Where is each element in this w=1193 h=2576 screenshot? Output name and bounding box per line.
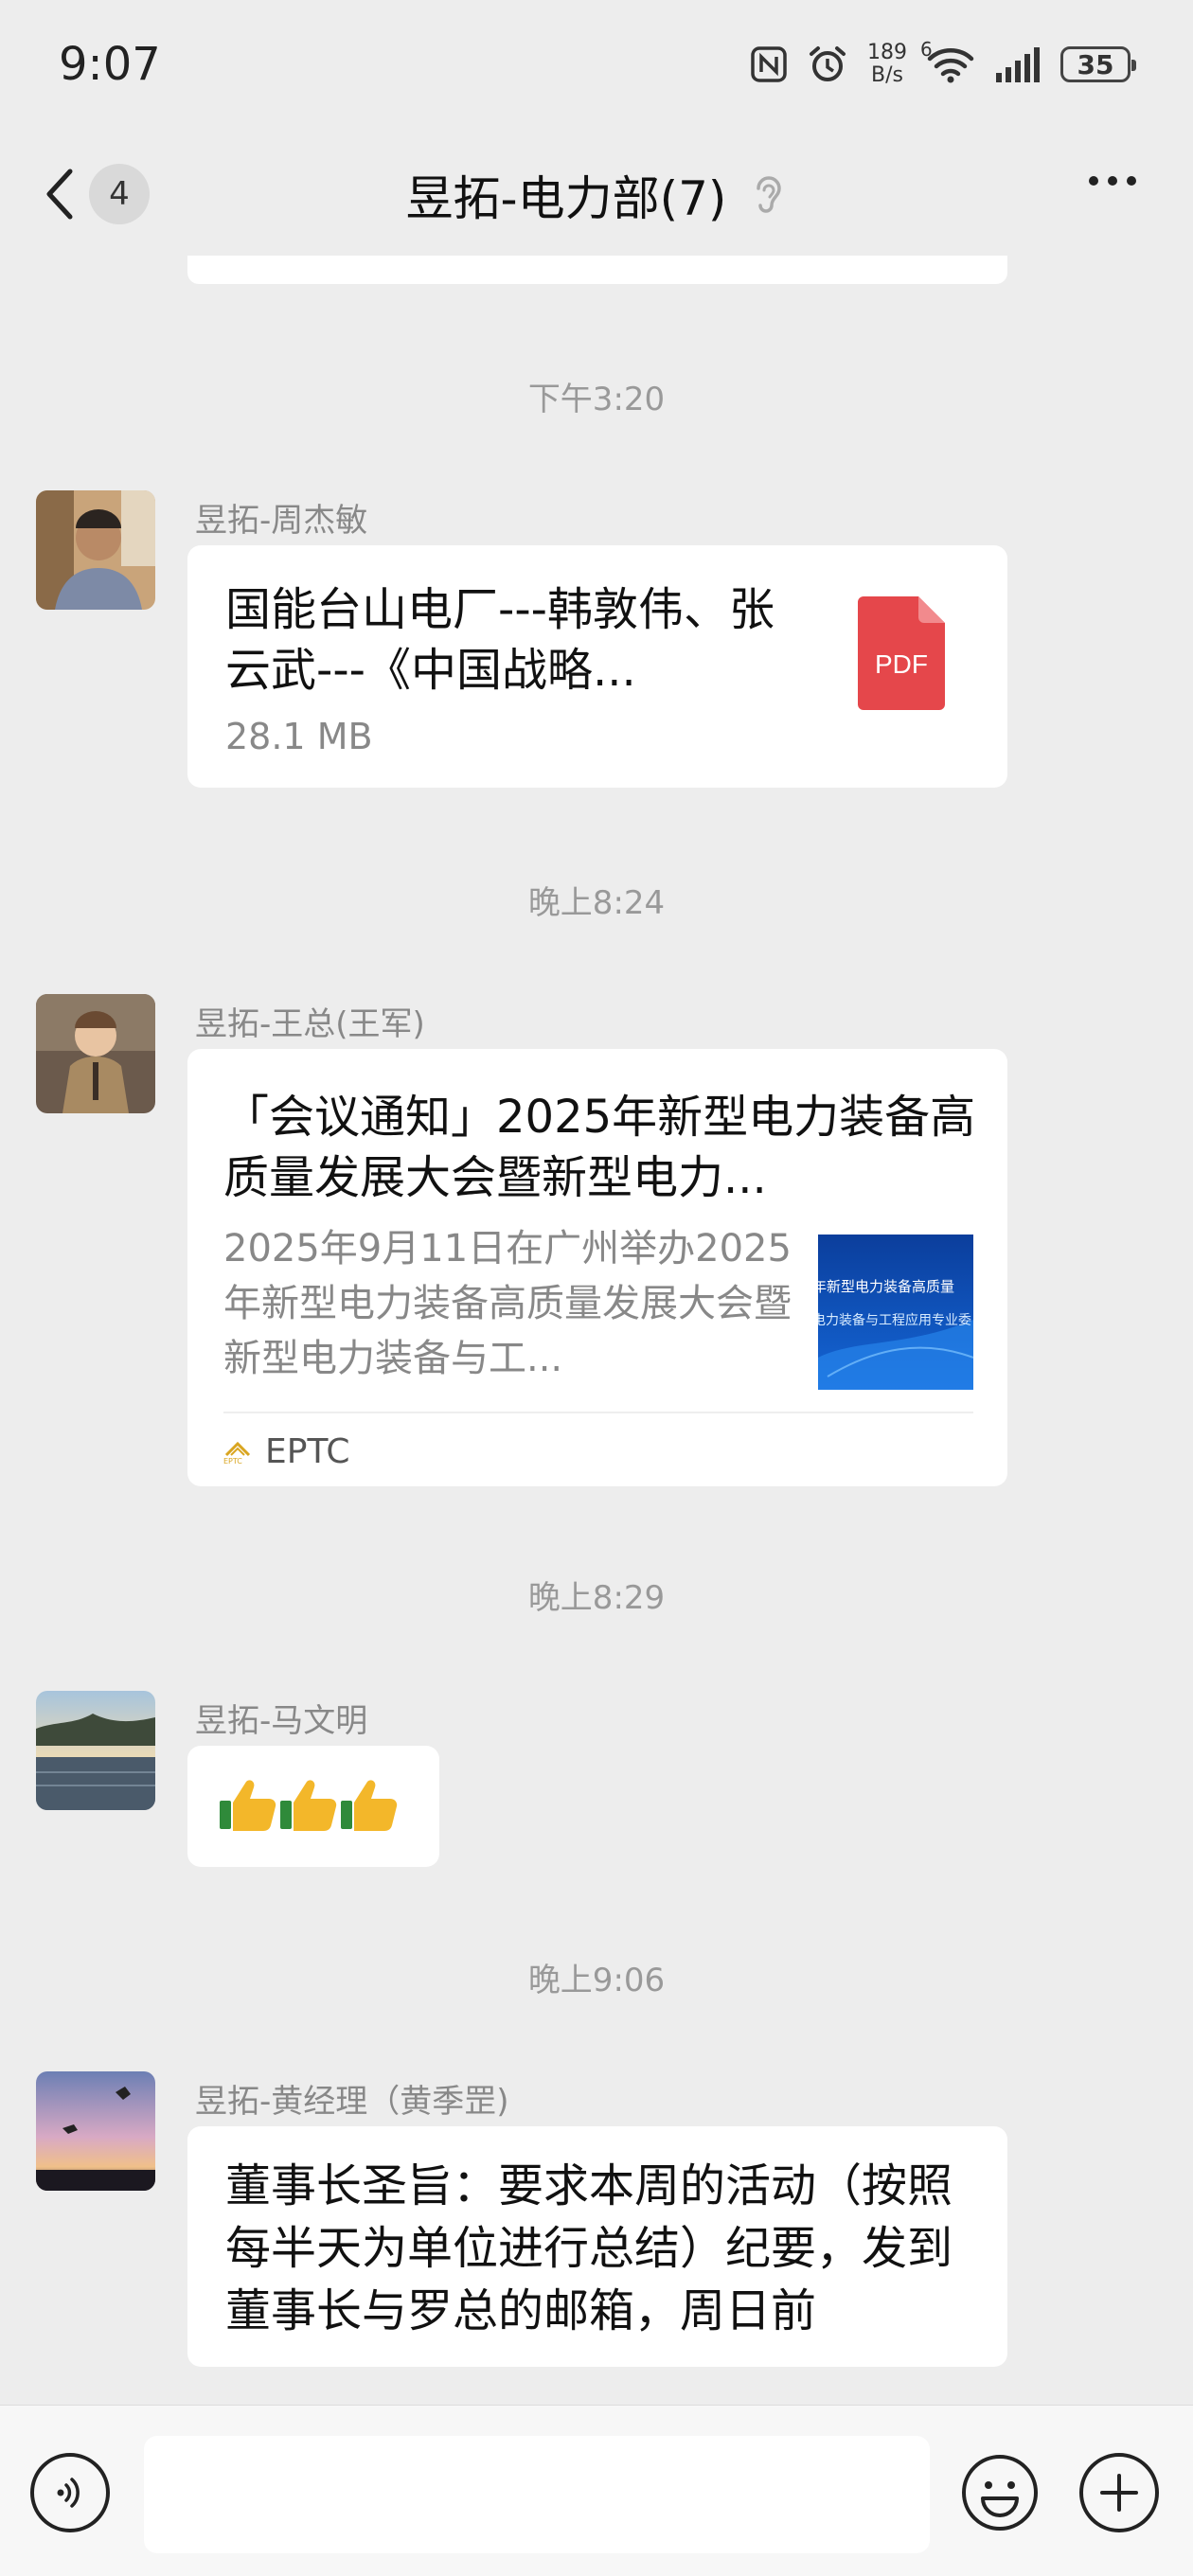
thumbnail-text-2: 电力装备与工程应用专业委 (818, 1313, 971, 1328)
signal-label: 6 (920, 38, 933, 61)
chat-header: 4 昱拓-电力部(7) (0, 133, 1193, 256)
network-speed: 189 B/s (867, 41, 907, 87)
sender-name: 昱拓-黄经理（黄季罡) (195, 2083, 509, 2121)
link-title: 「会议通知」2025年新型电力装备高质量发展大会暨新型电力... (223, 1091, 976, 1204)
thumbnail-text-1: 年新型电力装备高质量 (818, 1278, 955, 1295)
emoji-message-bubble[interactable]: 👍 👍 👍 (187, 1746, 439, 1867)
timestamp: 晚上9:06 (527, 1962, 666, 1999)
avatar[interactable] (36, 1691, 155, 1810)
chat-message-list[interactable]: 下午3:20 昱拓-周杰敏 国能台山电厂---韩敦伟、张云武---《中国战略..… (0, 256, 1193, 2405)
file-message-bubble[interactable]: 国能台山电厂---韩敦伟、张云武---《中国战略... 28.1 MB PDF (187, 545, 1007, 788)
text-message-bubble[interactable]: 董事长圣旨：要求本周的活动（按照每半天为单位进行总结）纪要，发到董事长与罗总的邮… (187, 2126, 1007, 2367)
link-divider (223, 1412, 973, 1413)
more-icon-dot (1127, 176, 1136, 186)
sender-name: 昱拓-周杰敏 (195, 502, 368, 540)
emoji-face-icon (960, 2453, 1040, 2532)
more-icon-dot (1089, 176, 1098, 186)
thumbs-up-icon: 👍 (220, 1776, 276, 1835)
link-source: EPTC EPTC (223, 1432, 349, 1471)
input-bar (0, 2405, 1193, 2576)
status-time: 9:07 (59, 38, 161, 91)
sender-name: 昱拓-马文明 (195, 1702, 368, 1740)
timestamp: 晚上8:24 (527, 884, 666, 922)
previous-message-bubble[interactable] (187, 256, 1007, 284)
file-size: 28.1 MB (225, 716, 373, 757)
timestamp: 下午3:20 (527, 381, 666, 418)
more-functions-button[interactable] (1079, 2453, 1159, 2532)
link-thumbnail: 年新型电力装备高质量 电力装备与工程应用专业委 (818, 1235, 973, 1390)
eptc-logo-icon: EPTC (223, 1438, 252, 1466)
ear-icon (751, 171, 787, 219)
timestamp: 晚上8:29 (527, 1579, 666, 1617)
voice-button[interactable] (30, 2453, 110, 2532)
emoji-row: 👍 👍 👍 (220, 1776, 398, 1835)
pdf-label: PDF (875, 649, 928, 679)
file-name: 国能台山电厂---韩敦伟、张云武---《中国战略... (225, 583, 775, 697)
battery-level: 35 (1077, 48, 1114, 80)
link-description: 2025年9月11日在广州举办2025年新型电力装备高质量发展大会暨新型电力装备… (223, 1227, 792, 1380)
link-source-name: EPTC (265, 1432, 350, 1471)
thumbs-up-icon: 👍 (341, 1776, 398, 1835)
message-text: 董事长圣旨：要求本周的活动（按照每半天为单位进行总结）纪要，发到董事长与罗总的邮… (225, 2159, 953, 2337)
sender-name: 昱拓-王总(王军) (195, 1005, 425, 1043)
more-button[interactable] (1089, 176, 1136, 186)
status-icons: 189 B/s 6 35 (750, 38, 1136, 87)
message-input[interactable] (144, 2436, 930, 2553)
cellular-signal-icon (994, 46, 1042, 82)
alarm-icon (807, 44, 848, 85)
avatar[interactable] (36, 994, 155, 1113)
emoji-button[interactable] (960, 2453, 1040, 2532)
avatar[interactable] (36, 2071, 155, 2191)
wifi-icon: 6 (920, 38, 975, 83)
status-bar: 9:07 189 B/s 6 35 (0, 0, 1193, 133)
battery-icon: 35 (1060, 46, 1136, 82)
nfc-icon (750, 45, 788, 83)
voice-icon (49, 2472, 91, 2514)
plus-icon (1096, 2470, 1142, 2515)
link-card-bubble[interactable]: 「会议通知」2025年新型电力装备高质量发展大会暨新型电力... 2025年9月… (187, 1049, 1007, 1486)
chat-title: 昱拓-电力部(7) (405, 171, 727, 226)
avatar[interactable] (36, 490, 155, 610)
more-icon-dot (1108, 176, 1117, 186)
thumbs-up-icon: 👍 (280, 1776, 337, 1835)
pdf-file-icon: PDF (858, 596, 945, 710)
chat-title-wrap: 昱拓-电力部(7) (0, 161, 1193, 229)
